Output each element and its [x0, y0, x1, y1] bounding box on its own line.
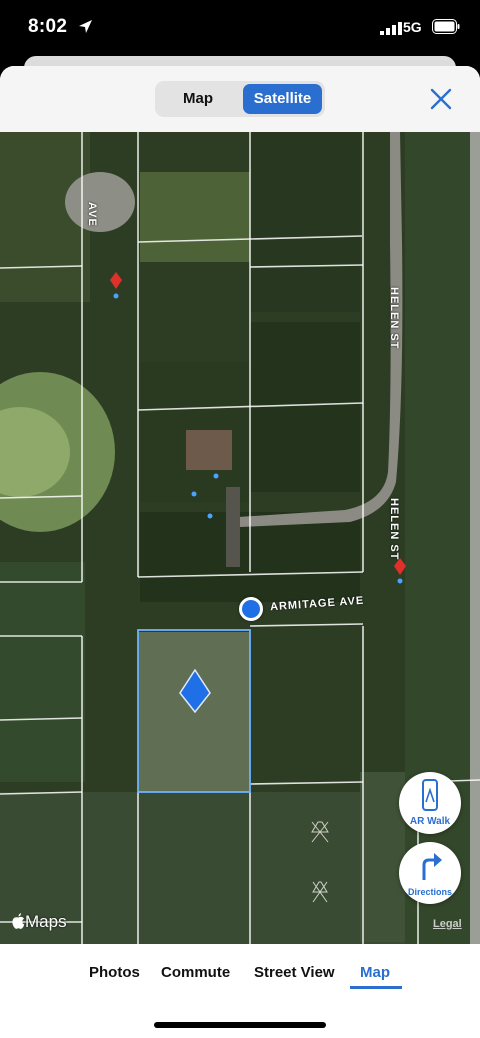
phone-ar-icon — [422, 779, 438, 811]
maps-brand-label: Maps — [25, 912, 67, 931]
tab-photos[interactable]: Photos — [89, 964, 140, 981]
battery-icon — [432, 19, 460, 34]
directions-button[interactable]: Directions — [399, 842, 461, 904]
map-type-control: Map Satellite — [155, 81, 325, 117]
ar-walk-label: AR Walk — [409, 816, 451, 827]
ar-walk-button[interactable]: AR Walk — [399, 772, 461, 834]
legal-link[interactable]: Legal — [433, 918, 462, 930]
apple-logo-icon — [12, 913, 25, 929]
close-icon[interactable] — [428, 86, 454, 112]
street-label-ave: AVE — [86, 202, 98, 227]
marker-red-icon[interactable] — [110, 272, 122, 290]
directions-arrow-icon — [422, 853, 442, 880]
current-location-dot[interactable] — [239, 597, 263, 621]
tab-commute[interactable]: Commute — [161, 964, 230, 981]
tab-street-view[interactable]: Street View — [254, 964, 335, 981]
maps-logo: Maps — [12, 912, 67, 932]
tab-selected-indicator — [350, 986, 402, 989]
tab-map[interactable]: Map — [360, 964, 390, 981]
network-label: 5G — [403, 19, 422, 35]
home-indicator — [154, 1022, 326, 1028]
status-time: 8:02 — [28, 16, 68, 37]
marker-red-icon[interactable] — [394, 558, 406, 576]
location-arrow-icon — [79, 20, 92, 33]
satellite-map[interactable]: AVE HELEN ST HELEN ST ARMITAGE AVE AR Wa… — [0, 132, 480, 944]
bottom-tab-bar: Photos Commute Street View Map — [0, 944, 480, 1038]
map-sheet: Map Satellite AVE HELEN ST HELEN ST ARMI… — [0, 66, 480, 1038]
sheet-header: Map Satellite — [0, 66, 480, 132]
parcel-pin-icon[interactable] — [178, 669, 212, 713]
street-label-helen-st: HELEN ST — [388, 287, 400, 350]
street-label-helen-st: HELEN ST — [388, 498, 400, 561]
satellite-segment-button[interactable]: Satellite — [243, 84, 322, 114]
map-segment-button[interactable]: Map — [158, 84, 238, 114]
signal-icon — [380, 22, 402, 35]
status-bar: 8:02 5G — [0, 0, 480, 58]
directions-label: Directions — [407, 887, 452, 897]
